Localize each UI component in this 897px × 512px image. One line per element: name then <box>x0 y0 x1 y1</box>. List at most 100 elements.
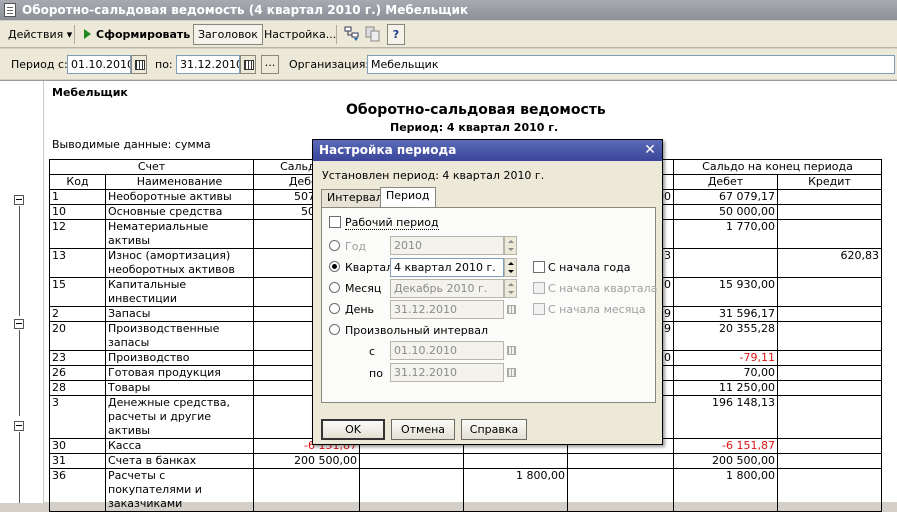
organization-label: Организация: <box>289 58 370 71</box>
from-quarter-start-label: С начала квартала <box>548 282 658 295</box>
code-header: Код <box>49 174 106 190</box>
day-input[interactable]: 31.12.2010 <box>390 300 504 319</box>
open-credit-cell <box>359 468 464 512</box>
collapse-group-icon[interactable] <box>14 195 24 205</box>
close-credit-cell <box>777 204 882 220</box>
tab-period[interactable]: Период <box>380 187 436 207</box>
name-cell: Износ (амортизация) необоротных активов <box>105 248 254 278</box>
day-label: День <box>345 303 375 316</box>
close-credit-cell <box>777 277 882 307</box>
period-to-input[interactable]: 31.12.2010 <box>176 55 240 74</box>
document-icon <box>4 3 16 17</box>
name-cell: Касса <box>105 438 254 454</box>
close-credit-cell <box>777 438 882 454</box>
year-input[interactable]: 2010 <box>390 236 504 255</box>
header-toggle-button[interactable]: Заголовок <box>193 24 263 45</box>
toolbar-separator <box>336 25 337 44</box>
day-radio[interactable] <box>329 303 340 314</box>
close-credit-cell <box>777 189 882 205</box>
code-cell: 28 <box>49 380 106 396</box>
actions-label: Действия <box>8 28 64 41</box>
collapse-group-icon[interactable] <box>14 421 24 431</box>
month-label: Месяц <box>345 282 382 295</box>
close-credit-cell <box>777 306 882 322</box>
close-debit-cell: 1 800,00 <box>673 468 778 512</box>
dropdown-arrow-icon: ▾ <box>66 28 73 41</box>
calendar-icon[interactable] <box>504 363 518 382</box>
close-debit-cell: 1 770,00 <box>673 219 778 249</box>
custom-interval-radio[interactable] <box>329 324 340 335</box>
generate-button[interactable]: Сформировать <box>79 24 195 45</box>
period-info-text: Установлен период: 4 квартал 2010 г. <box>322 169 545 182</box>
from-quarter-start-checkbox[interactable] <box>533 282 545 294</box>
cancel-button[interactable]: Отмена <box>391 419 455 440</box>
toolbar: Действия ▾ Сформировать Заголовок Настро… <box>0 21 897 48</box>
year-spin-icon[interactable] <box>504 236 517 255</box>
tab-interval[interactable]: Интервал <box>321 189 389 207</box>
table-row[interactable]: 31 Счета в банках 200 500,00 200 500,00 <box>49 453 882 469</box>
name-cell: Производственные запасы <box>105 321 254 351</box>
to-input[interactable]: 31.12.2010 <box>390 363 504 382</box>
working-period-checkbox[interactable] <box>329 216 341 228</box>
help-button[interactable]: ? <box>387 24 405 45</box>
name-cell: Расчеты с покупателями и заказчиками <box>105 468 254 512</box>
organization-input[interactable]: Мебельщик <box>367 55 895 74</box>
settings-button[interactable]: Настройка... <box>259 24 341 45</box>
calendar-icon[interactable] <box>131 55 147 74</box>
close-debit-cell: 15 930,00 <box>673 277 778 307</box>
dialog-title: Настройка периода <box>319 143 457 157</box>
name-cell: Готовая продукция <box>105 365 254 381</box>
toolbar-separator <box>74 25 75 44</box>
open-debit-cell: 200 500,00 <box>253 453 360 469</box>
calendar-icon[interactable] <box>504 300 518 319</box>
actions-menu-button[interactable]: Действия ▾ <box>3 24 77 45</box>
code-cell: 23 <box>49 350 106 366</box>
year-label: Год <box>345 240 367 253</box>
from-month-start-label: С начала месяца <box>548 303 646 316</box>
close-debit-cell: -79,11 <box>673 350 778 366</box>
working-period-label: Рабочий период <box>345 216 439 230</box>
table-row[interactable]: 36 Расчеты с покупателями и заказчиками 1 … <box>49 468 882 512</box>
code-cell: 20 <box>49 321 106 351</box>
turn-credit-cell <box>567 453 674 469</box>
year-radio[interactable] <box>329 240 340 251</box>
close-credit-cell <box>777 219 882 249</box>
code-cell: 13 <box>49 248 106 278</box>
code-cell: 31 <box>49 453 106 469</box>
filter-bar: Период с: 01.10.2010 по: 31.12.2010 ... … <box>0 49 897 79</box>
from-input[interactable]: 01.10.2010 <box>390 341 504 360</box>
name-cell: Денежные средства, расчеты и другие акти… <box>105 395 254 439</box>
from-month-start-checkbox[interactable] <box>533 303 545 315</box>
close-debit-cell: -6 151,87 <box>673 438 778 454</box>
ok-button[interactable]: OK <box>321 419 385 440</box>
month-radio[interactable] <box>329 282 340 293</box>
close-credit-cell <box>777 350 882 366</box>
collapse-groups-icon[interactable] <box>364 25 382 43</box>
quarter-radio[interactable] <box>329 261 340 272</box>
name-header: Наименование <box>105 174 254 190</box>
collapse-group-icon[interactable] <box>14 319 24 329</box>
report-organization: Мебельщик <box>52 86 128 99</box>
from-year-start-checkbox[interactable] <box>533 261 545 273</box>
quarter-spin-icon[interactable] <box>504 258 517 277</box>
month-spin-icon[interactable] <box>504 279 517 298</box>
expand-groups-icon[interactable] <box>343 25 361 43</box>
report-title: Оборотно-сальдовая ведомость <box>346 102 606 118</box>
open-debit-cell <box>253 468 360 512</box>
quarter-input[interactable]: 4 квартал 2010 г. <box>390 258 504 277</box>
close-debit-header: Дебет <box>673 174 778 190</box>
play-icon <box>84 29 91 39</box>
group-line <box>19 432 20 503</box>
month-input[interactable]: Декабрь 2010 г. <box>390 279 504 298</box>
turn-credit-cell <box>567 468 674 512</box>
close-credit-cell <box>777 453 882 469</box>
turn-debit-cell: 1 800,00 <box>463 468 568 512</box>
name-cell: Основные средства <box>105 204 254 220</box>
calendar-icon[interactable] <box>504 341 518 360</box>
close-icon[interactable]: ✕ <box>642 142 658 158</box>
period-select-button[interactable]: ... <box>261 55 279 74</box>
period-from-input[interactable]: 01.10.2010 <box>67 55 131 74</box>
code-cell: 30 <box>49 438 106 454</box>
calendar-icon[interactable] <box>240 55 256 74</box>
help-dialog-button[interactable]: Справка <box>461 419 527 440</box>
